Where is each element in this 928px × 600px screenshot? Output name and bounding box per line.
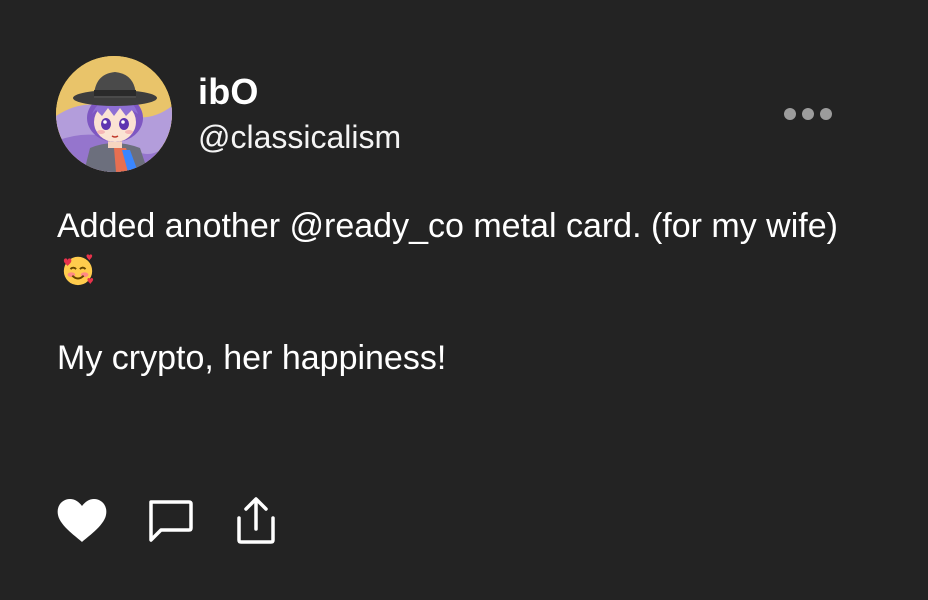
anime-avatar-icon <box>56 56 172 172</box>
user-handle[interactable]: @classicalism <box>198 116 401 158</box>
smiling-face-with-hearts-icon <box>63 254 94 286</box>
like-button[interactable] <box>56 496 108 546</box>
heart-icon <box>57 499 107 542</box>
post-paragraph-2: My crypto, her happiness! <box>57 339 447 377</box>
more-options-button[interactable] <box>776 100 840 128</box>
display-name[interactable]: ibO <box>198 70 259 114</box>
more-dots-icon <box>784 108 796 120</box>
more-dots-icon <box>802 108 814 120</box>
comment-button[interactable] <box>145 496 197 546</box>
avatar[interactable] <box>56 56 172 172</box>
post-card: ibO @classicalism Added another @ready_c… <box>0 0 928 600</box>
post-text: Added another @ready_co metal card. (for… <box>57 204 857 380</box>
post-paragraph-1: Added another @ready_co metal card. (for… <box>57 204 857 292</box>
share-icon <box>237 497 275 544</box>
share-button[interactable] <box>230 496 282 546</box>
more-dots-icon <box>820 108 832 120</box>
comment-icon <box>149 500 193 542</box>
post-line-1: Added another @ready_co metal card. (for… <box>57 207 838 245</box>
